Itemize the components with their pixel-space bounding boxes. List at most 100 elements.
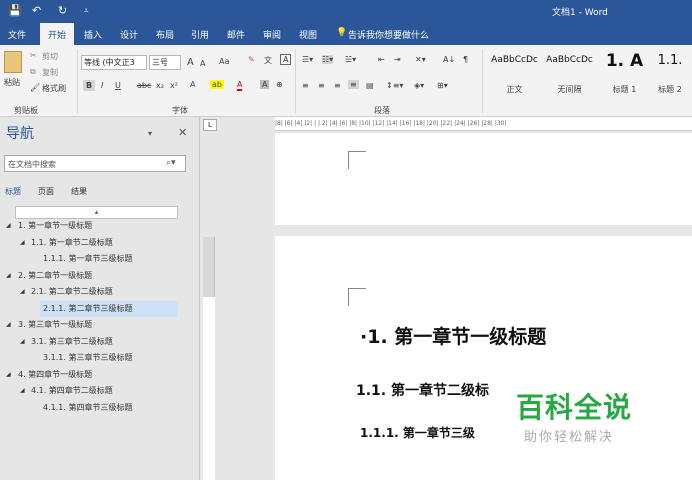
font-name-select[interactable]: 等线 (中文正3 [81,55,147,70]
expand-triangle-icon[interactable]: ◢ [20,235,25,251]
tab-home[interactable]: 开始 [40,23,75,45]
align-right-icon[interactable]: ≡ [334,81,341,90]
expand-triangle-icon[interactable]: ◢ [6,268,11,284]
paste-icon[interactable] [4,51,22,73]
undo-icon[interactable]: ↶ [32,4,41,17]
multilevel-list-icon[interactable]: ☱▾ [345,55,356,64]
document-heading-2[interactable]: 1.1. 第一章节二级标 [356,380,489,400]
tab-references[interactable]: 引用 [191,28,209,41]
phonetic-guide-icon[interactable]: 文 [264,55,272,66]
nav-heading-item[interactable]: 3.1. 第三章节二级标题 [28,334,116,350]
tab-design[interactable]: 设计 [120,28,138,41]
style-heading-1[interactable]: 1. A 标题 1 [596,49,653,97]
watermark-subtitle: 助你轻松解决 [524,430,615,445]
expand-triangle-icon[interactable]: ◢ [6,367,11,383]
tab-view[interactable]: 视图 [299,28,317,41]
watermark-logo: 百科全说 助你轻松解决 [510,386,660,446]
style-name: 无间隔 [557,85,582,94]
format-painter-button[interactable]: 格式刷 [42,83,66,94]
numbering-icon[interactable]: ☷▾ [322,55,334,64]
tab-review[interactable]: 审阅 [263,28,281,41]
borders-icon[interactable]: ⊞▾ [437,81,448,90]
shrink-font-button[interactable]: A [200,59,205,68]
expand-triangle-icon[interactable]: ◢ [20,383,25,399]
tab-file[interactable]: 文件 [8,28,26,41]
grow-font-button[interactable]: A [187,57,194,68]
text-effects-icon[interactable]: A [190,80,195,89]
vertical-ruler [203,237,215,480]
show-marks-icon[interactable]: ¶ [463,55,468,64]
chevron-down-icon[interactable]: ▾ [148,129,152,138]
tell-me-box[interactable]: 告诉我你想要做什么 [348,28,429,41]
subscript-button[interactable]: x₂ [156,81,164,90]
font-size-select[interactable]: 三号 [149,55,181,70]
distributed-icon[interactable]: ▤ [366,81,374,90]
enclose-char-icon[interactable]: ⊕ [276,80,283,89]
nav-heading-item[interactable]: 4.1. 第四章节二级标题 [28,383,116,399]
format-painter-icon[interactable]: 🖌 [30,83,40,92]
expand-triangle-icon[interactable]: ◢ [20,284,25,300]
customize-quick-access-icon[interactable]: ⩡ [84,6,89,16]
change-case-button[interactable]: Aa [219,57,229,66]
line-spacing-icon[interactable]: ↕≡▾ [386,81,403,90]
tab-mailings[interactable]: 邮件 [227,28,245,41]
nav-heading-item[interactable]: 2.1. 第二章节二级标题 [28,284,116,300]
nav-heading-item[interactable]: 2.1.1. 第二章节三级标题 [40,300,178,317]
nav-heading-item[interactable]: 3. 第三章节一级标题 [15,317,95,333]
expand-triangle-icon[interactable]: ◢ [20,334,25,350]
document-heading-1[interactable]: ·1. 第一章节一级标题 [360,322,546,349]
document-heading-3[interactable]: 1.1.1. 第一章节三级 [360,424,475,441]
copy-button[interactable]: 复制 [42,67,58,78]
scissors-icon[interactable]: ✂ [30,51,37,60]
sort-icon[interactable]: A↓ [443,55,455,64]
style-normal[interactable]: AaBbCcDc 正文 [486,49,543,97]
nav-tab-headings[interactable]: 标题 [5,186,21,197]
justify-icon[interactable]: ≡ [348,80,359,89]
bullets-icon[interactable]: ☰▾ [302,55,313,64]
shading-icon[interactable]: ◈▾ [414,81,424,90]
nav-heading-item[interactable]: 4. 第四章节一级标题 [15,367,95,383]
char-shading-icon[interactable]: A [260,80,270,89]
superscript-button[interactable]: x² [170,81,178,90]
align-center-icon[interactable]: ≡ [318,81,325,90]
align-left-icon[interactable]: ≡ [302,81,309,90]
tab-insert[interactable]: 插入 [84,28,102,41]
nav-heading-item[interactable]: 1.1. 第一章节二级标题 [28,235,116,251]
decrease-indent-icon[interactable]: ⇤ [378,55,385,64]
document-page[interactable] [275,133,692,225]
nav-tab-results[interactable]: 结果 [71,186,87,197]
search-icon[interactable]: ⌕▾ [166,158,176,168]
nav-heading-item[interactable]: 1.1.1. 第一章节三级标题 [40,251,135,267]
tab-layout[interactable]: 布局 [156,28,174,41]
tab-selector[interactable]: L [203,119,217,131]
redo-icon[interactable]: ↻ [58,4,67,17]
chinese-layout-icon[interactable]: ✕▾ [415,55,426,64]
nav-heading-item[interactable]: 1. 第一章节一级标题 [15,218,95,234]
style-name: 标题 2 [658,85,682,94]
close-icon[interactable]: ✕ [178,126,187,139]
nav-search-input[interactable]: 在文档中搜索 [4,155,186,172]
save-icon[interactable]: 💾 [8,4,22,17]
clear-format-icon[interactable]: ✎ [248,55,255,64]
highlight-color-icon[interactable]: ab [210,80,224,89]
cut-button[interactable]: 剪切 [42,51,58,62]
nav-heading-item[interactable]: 4.1.1. 第四章节三级标题 [40,400,135,416]
nav-heading-item[interactable]: 2. 第二章节一级标题 [15,268,95,284]
increase-indent-icon[interactable]: ⇥ [394,55,401,64]
italic-button[interactable]: I [101,81,103,90]
copy-icon[interactable]: ⧉ [30,67,36,77]
strikethrough-button[interactable]: abc [137,81,151,90]
nav-tab-pages[interactable]: 页面 [38,186,54,197]
bold-button[interactable]: B [83,80,96,91]
expand-triangle-icon[interactable]: ◢ [6,218,11,234]
underline-button[interactable]: U [115,81,121,90]
paste-button[interactable]: 粘贴 [4,77,20,88]
group-divider [77,49,78,113]
font-color-icon[interactable]: A [237,80,243,91]
expand-triangle-icon[interactable]: ◢ [6,317,11,333]
style-no-spacing[interactable]: AaBbCcDc 无间隔 [541,49,598,97]
nav-heading-item[interactable]: 3.1.1. 第三章节三级标题 [40,350,135,366]
style-heading-2[interactable]: 1.1. 标题 2 [648,49,692,97]
horizontal-ruler: |8| |6| |4| |2| | | 2| |4| |6| |8| |10| … [275,117,692,131]
char-border-icon[interactable]: A [280,54,292,65]
